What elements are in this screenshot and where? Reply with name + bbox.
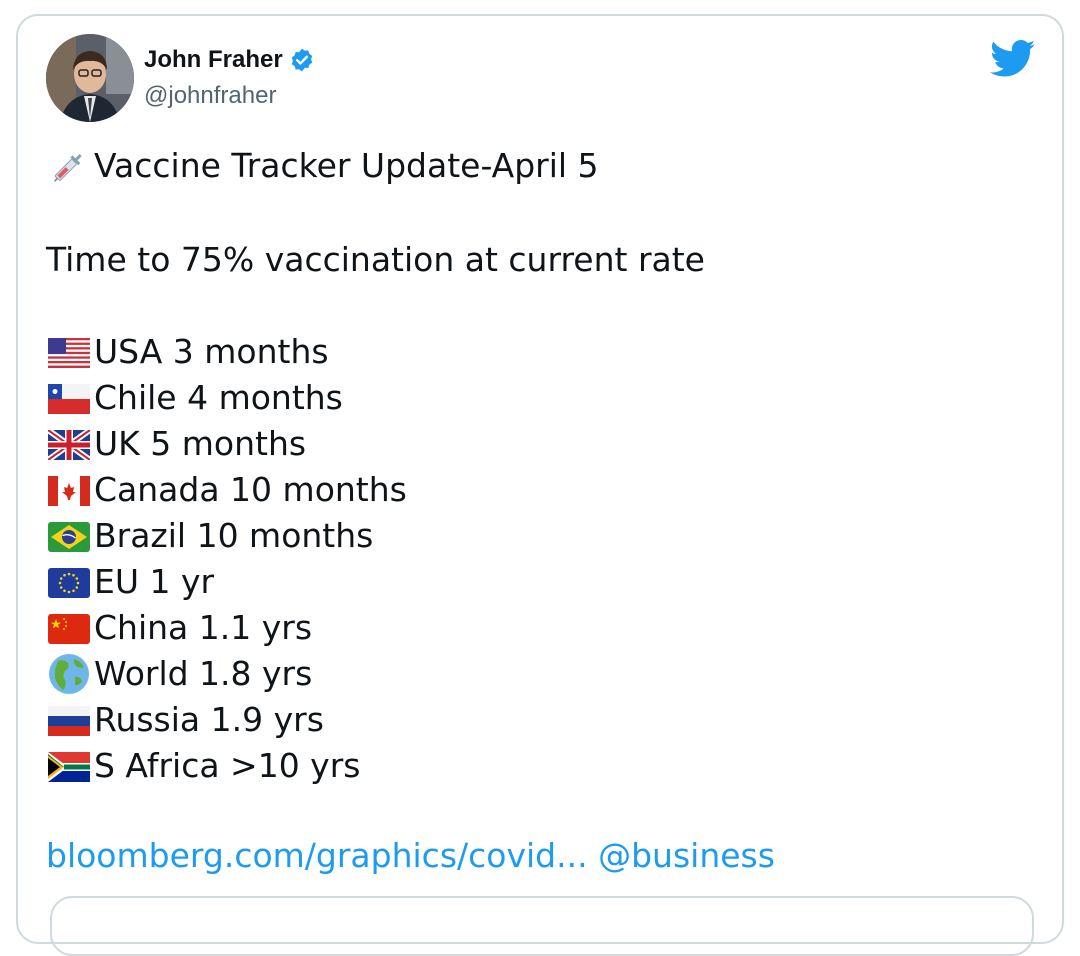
chile-flag-icon: [48, 383, 90, 414]
brazil-flag-icon: [48, 521, 90, 552]
country-label: Chile 4 months: [94, 378, 343, 417]
list-item: Russia 1.9 yrs: [48, 700, 324, 739]
author-name-row[interactable]: John Fraher: [144, 46, 315, 74]
usa-flag-icon: [48, 337, 90, 368]
country-label: China 1.1 yrs: [94, 608, 313, 647]
list-item: Canada 10 months: [48, 470, 407, 509]
link-preview-card[interactable]: [50, 896, 1034, 956]
country-label: UK 5 months: [94, 424, 307, 463]
country-label: EU 1 yr: [94, 562, 215, 601]
list-item: World 1.8 yrs: [48, 653, 313, 694]
canada-flag-icon: [48, 475, 90, 506]
tweet-title-line: Vaccine Tracker Update-April 5: [48, 146, 599, 185]
uk-flag-icon: [46, 427, 92, 462]
china-flag-icon: [48, 613, 90, 644]
list-item: USA 3 months: [48, 332, 329, 371]
country-label: World 1.8 yrs: [94, 654, 313, 693]
tweet-subtitle: Time to 75% vaccination at current rate: [46, 240, 705, 279]
country-label: Russia 1.9 yrs: [94, 700, 324, 739]
list-item: EU 1 yr: [48, 562, 214, 601]
syringe-icon: [48, 151, 90, 182]
tweet-links: bloomberg.com/graphics/covid... @busines…: [46, 836, 775, 875]
country-label: USA 3 months: [94, 332, 329, 371]
list-item: China 1.1 yrs: [48, 608, 312, 647]
avatar[interactable]: [46, 34, 134, 122]
country-label: Canada 10 months: [94, 470, 407, 509]
list-item: Brazil 10 months: [48, 516, 373, 555]
twitter-bird-icon[interactable]: [990, 40, 1036, 78]
south-africa-flag-icon: [48, 751, 90, 782]
bloomberg-link[interactable]: bloomberg.com/graphics/covid...: [46, 836, 588, 875]
country-label: S Africa >10 yrs: [94, 746, 361, 785]
list-item: S Africa >10 yrs: [48, 746, 360, 785]
russia-flag-icon: [48, 705, 90, 736]
tweet-title: Vaccine Tracker Update-April 5: [94, 146, 599, 185]
author-name[interactable]: John Fraher: [144, 46, 283, 74]
globe-icon: [48, 653, 90, 694]
verified-badge-icon: [289, 47, 315, 73]
business-mention-link[interactable]: @business: [598, 836, 775, 875]
list-item: Chile 4 months: [48, 378, 343, 417]
author-handle[interactable]: @johnfraher: [144, 82, 276, 110]
country-label: Brazil 10 months: [94, 516, 374, 555]
list-item: UK 5 months: [46, 424, 307, 463]
eu-flag-icon: [48, 567, 90, 598]
